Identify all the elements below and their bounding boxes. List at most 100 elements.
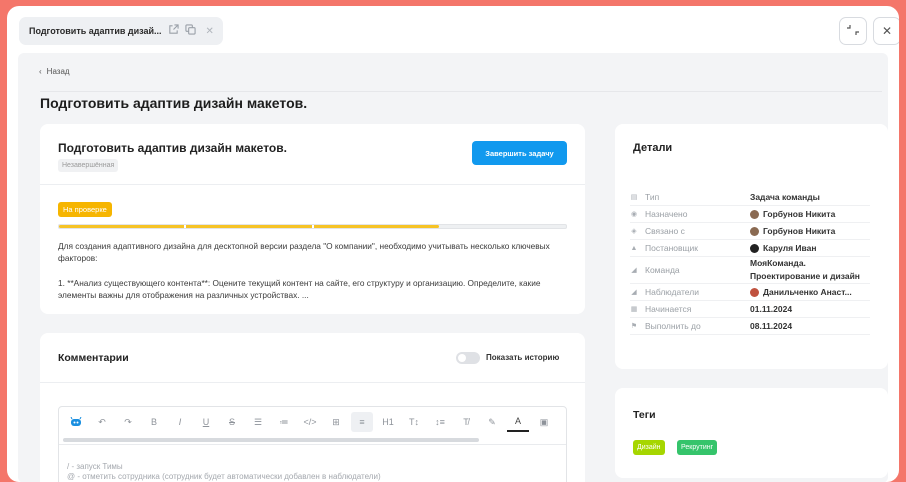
details-key: ▦ Начинается	[630, 304, 750, 314]
details-value-text: Данильченко Анаст...	[763, 286, 852, 297]
user-icon: ◉	[630, 211, 638, 218]
copy-icon[interactable]	[184, 24, 196, 38]
details-label: Связано с	[645, 226, 685, 236]
page-title: Подготовить адаптив дизайн макетов.	[40, 95, 308, 111]
progress-fill	[59, 225, 440, 228]
line-height-icon[interactable]: ↕≡	[429, 412, 451, 432]
editor-toolbar: ↶ ↷ B I U S ☰ ≔ </> ⊞ ≡ H1 T↕ ↕≡ T̸ ✎ A	[59, 407, 566, 437]
task-tab[interactable]: Подготовить адаптив дизай... ✕	[19, 17, 223, 45]
details-value-text: Горбунов Никита	[763, 225, 836, 236]
close-icon[interactable]: ✕	[206, 26, 214, 37]
italic-icon[interactable]: I	[169, 412, 191, 432]
details-label: Команда	[645, 265, 680, 275]
watchers-icon: ◢	[631, 289, 637, 296]
details-key: ◈ Связано с	[630, 226, 750, 236]
text-color-icon[interactable]: A	[507, 412, 529, 432]
avatar	[750, 287, 759, 297]
details-row: ◉ Назначено Горбунов Никита	[630, 206, 870, 223]
details-value[interactable]: Горбунов Никита	[750, 208, 870, 221]
code-icon[interactable]: </>	[299, 412, 321, 432]
flag-icon: ⚑	[630, 323, 638, 330]
history-toggle-label: Показать историю	[486, 353, 560, 362]
editor-placeholder: / - запуск Тимы @ - отметить сотрудника …	[67, 462, 381, 482]
details-card: Детали ▤ Тип Задача команды ◉ Назначено Горбу…	[615, 124, 888, 369]
details-value: 01.11.2024	[750, 303, 870, 316]
creator-icon: ▲	[630, 244, 638, 252]
align-icon[interactable]: ≡	[351, 412, 373, 432]
tag[interactable]: Дизайн	[633, 440, 665, 455]
team-icon: ◢	[631, 267, 637, 274]
complete-task-button[interactable]: Завершить задачу	[472, 141, 567, 165]
toolbar-scrollbar[interactable]	[63, 438, 479, 442]
comments-card: Комментарии Показать историю ↶ ↷ B I U S…	[40, 333, 585, 482]
text-size-icon[interactable]: T↕	[403, 412, 425, 432]
comment-editor[interactable]: ↶ ↷ B I U S ☰ ≔ </> ⊞ ≡ H1 T↕ ↕≡ T̸ ✎ A	[58, 406, 567, 482]
external-link-icon[interactable]	[168, 24, 179, 38]
description-paragraph: 1. **Анализ существующего контента**: Оц…	[58, 277, 541, 300]
task-name: Подготовить адаптив дизайн макетов.	[58, 141, 287, 155]
redo-icon[interactable]: ↷	[117, 412, 139, 432]
task-description: Для создания адаптивного дизайна для дес…	[58, 240, 570, 313]
details-value-text: Каруля Иван	[763, 242, 817, 253]
stage-badge[interactable]: На проверке	[58, 202, 112, 217]
details-value-text: Горбунов Никита	[763, 208, 836, 219]
bot-icon[interactable]	[65, 412, 87, 432]
details-value-text: МояКоманда. Проектирование и дизайн	[750, 258, 860, 281]
numbered-list-icon[interactable]: ≔	[273, 412, 295, 432]
underline-icon[interactable]: U	[195, 412, 217, 432]
task-content: ‹ Назад Подготовить адаптив дизайн макет…	[18, 53, 888, 482]
status-badge: Незавершённая	[58, 159, 119, 172]
details-key: ◢ Команда	[630, 265, 750, 275]
details-value[interactable]: Горбунов Никита	[750, 225, 870, 238]
progress-bar	[58, 224, 567, 229]
details-row: ▤ Тип Задача команды	[630, 189, 870, 206]
details-key: ▤ Тип	[630, 192, 750, 202]
details-value[interactable]: Данильченко Анаст...	[750, 286, 870, 299]
tag[interactable]: Рекрутинг	[677, 440, 718, 455]
details-row: ◢ Команда МояКоманда. Проектирование и диз…	[630, 257, 870, 284]
back-link[interactable]: ‹ Назад	[39, 67, 70, 76]
details-label: Выполнить до	[645, 321, 701, 331]
description-paragraph: Для создания адаптивного дизайна для дес…	[58, 241, 550, 264]
hint-line: / - запуск Тимы	[67, 462, 123, 471]
details-key: ⚑ Выполнить до	[630, 321, 750, 331]
minimize-icon	[847, 24, 859, 39]
details-label: Назначено	[645, 209, 688, 219]
image-icon[interactable]: ▣	[533, 412, 555, 432]
details-table: ▤ Тип Задача команды ◉ Назначено Горбунов Ник…	[630, 189, 870, 335]
table-icon[interactable]: ⊞	[325, 412, 347, 432]
divider	[59, 444, 566, 445]
calendar-icon: ▦	[630, 306, 638, 313]
avatar	[750, 209, 759, 219]
details-value[interactable]: Каруля Иван	[750, 242, 870, 255]
highlight-icon[interactable]: ✎	[481, 412, 503, 432]
divider	[40, 382, 585, 383]
clear-format-icon[interactable]: T̸	[455, 412, 477, 432]
strikethrough-icon[interactable]: S	[221, 412, 243, 432]
minimize-button[interactable]	[839, 17, 867, 45]
undo-icon[interactable]: ↶	[91, 412, 113, 432]
details-label: Начинается	[645, 304, 692, 314]
type-icon: ▤	[630, 194, 638, 201]
task-window: Подготовить адаптив дизай... ✕ ✕ ‹ Назад…	[7, 6, 899, 482]
avatar	[750, 226, 759, 236]
comments-title: Комментарии	[58, 352, 129, 364]
details-label: Тип	[645, 192, 660, 202]
details-row: ⚑ Выполнить до 08.11.2024	[630, 318, 870, 335]
avatar	[750, 243, 759, 253]
details-value-text: Задача команды	[750, 191, 820, 202]
details-value: МояКоманда. Проектирование и дизайн	[750, 257, 870, 283]
close-window-button[interactable]: ✕	[873, 17, 899, 45]
tags-card: Теги Дизайн Рекрутинг	[615, 388, 888, 478]
history-toggle[interactable]	[456, 352, 480, 364]
divider	[40, 91, 882, 92]
heading-icon[interactable]: H1	[377, 412, 399, 432]
details-row: ◈ Связано с Горбунов Никита	[630, 223, 870, 240]
bold-icon[interactable]: B	[143, 412, 165, 432]
bullet-list-icon[interactable]: ☰	[247, 412, 269, 432]
divider	[40, 184, 585, 185]
back-label: Назад	[46, 67, 70, 76]
details-label: Постановщик	[645, 243, 699, 253]
link-user-icon: ◈	[631, 228, 637, 235]
chevron-left-icon: ‹	[39, 67, 42, 76]
